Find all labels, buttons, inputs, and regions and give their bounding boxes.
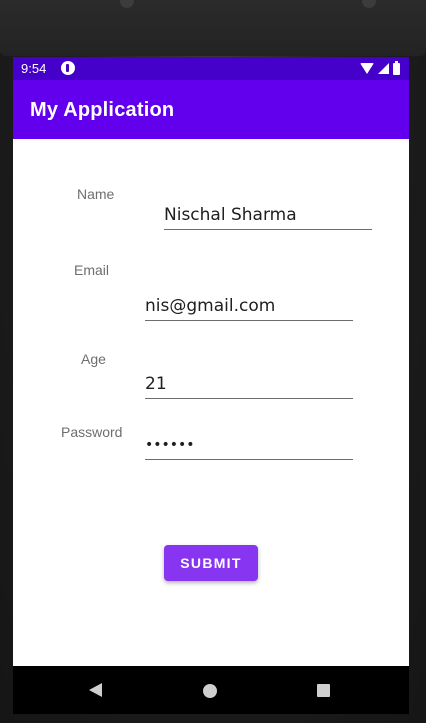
device-bezel-top	[0, 0, 426, 56]
status-icons	[360, 60, 400, 75]
status-bar: 9:54	[13, 57, 409, 80]
home-icon[interactable]	[203, 684, 217, 698]
email-input[interactable]	[145, 295, 353, 321]
device-sensor	[362, 0, 376, 8]
recents-icon[interactable]	[317, 684, 330, 697]
name-label: Name	[77, 186, 115, 202]
app-notification-icon	[61, 61, 75, 75]
age-input[interactable]	[145, 373, 353, 399]
phone-screen: 9:54 My Application Name Email Age Passw…	[13, 57, 409, 666]
status-time: 9:54	[21, 61, 47, 76]
device-sensor	[120, 0, 134, 8]
wifi-icon	[360, 63, 374, 74]
password-input[interactable]	[145, 434, 353, 460]
battery-icon	[393, 60, 400, 75]
name-input[interactable]	[164, 204, 372, 230]
email-label: Email	[74, 262, 110, 278]
submit-button[interactable]: SUBMIT	[164, 545, 258, 581]
password-label: Password	[61, 424, 123, 440]
navigation-bar	[13, 666, 409, 714]
device-frame: 9:54 My Application Name Email Age Passw…	[0, 0, 426, 723]
app-bar: My Application	[13, 80, 409, 139]
signal-icon	[378, 63, 389, 74]
back-icon[interactable]	[89, 683, 102, 697]
app-title: My Application	[30, 99, 175, 121]
age-label: Age	[81, 351, 106, 367]
